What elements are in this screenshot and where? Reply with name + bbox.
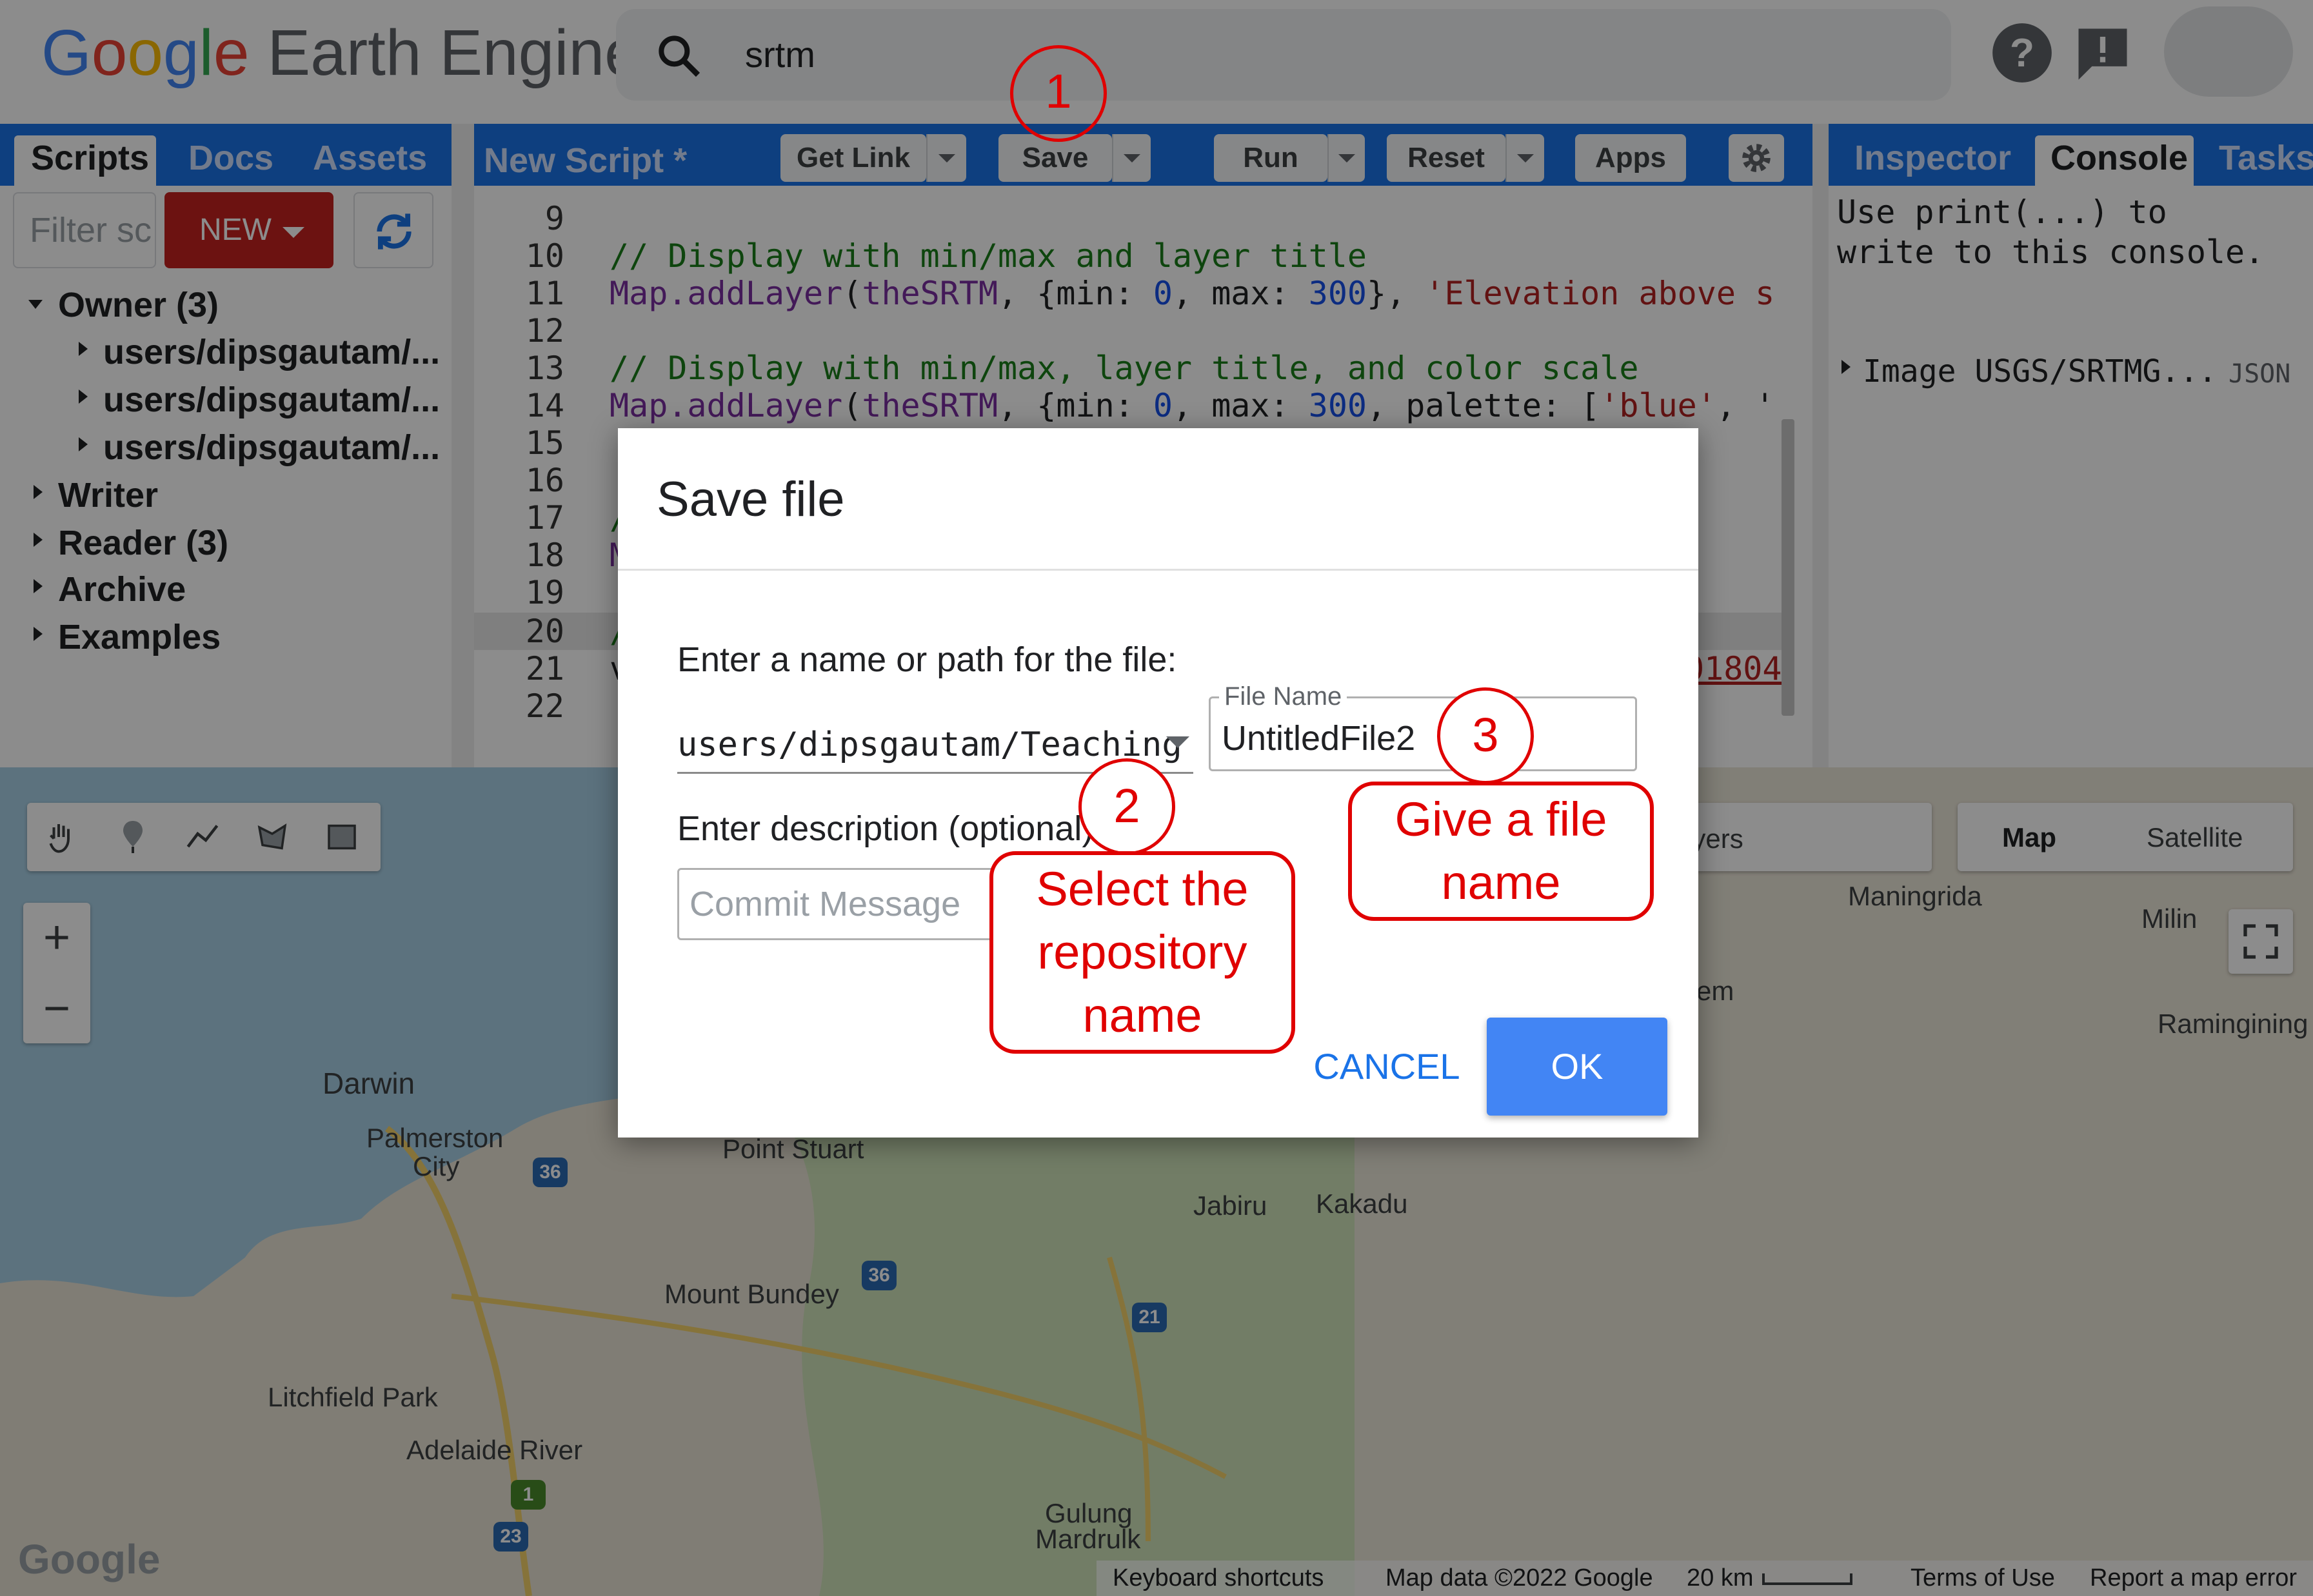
file-name-input[interactable]: UntitledFile2 <box>1222 717 1415 760</box>
annotation-number-1: 1 <box>1045 64 1072 118</box>
description-prompt-label: Enter description (optional): <box>677 809 1104 848</box>
ok-button[interactable]: OK <box>1487 1018 1667 1116</box>
chevron-down-icon[interactable] <box>1166 736 1189 748</box>
dialog-title: Save file <box>657 472 845 527</box>
cancel-button[interactable]: CANCEL <box>1309 1038 1464 1095</box>
annotation-number-3: 3 <box>1472 708 1499 762</box>
file-name-label: File Name <box>1219 681 1347 712</box>
path-prompt-label: Enter a name or path for the file: <box>677 640 1177 679</box>
annotation-callout-filename: Give a file name <box>1348 782 1654 921</box>
annotation-callout-repository: Select the repository name <box>989 851 1295 1054</box>
dialog-divider <box>618 569 1698 571</box>
annotation-number-2: 2 <box>1113 779 1140 832</box>
